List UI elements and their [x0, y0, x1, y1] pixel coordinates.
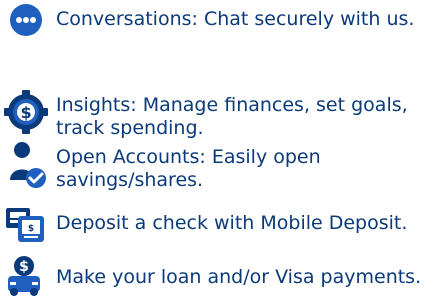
svg-text:$: $: [28, 224, 34, 234]
feature-mobile-deposit-text: Deposit a check with Mobile Deposit.: [56, 212, 408, 234]
loan-payment-icon: $: [0, 252, 56, 308]
user-check-icon: [0, 136, 56, 192]
feature-conversations-text: Conversations: Chat securely with us.: [56, 8, 415, 30]
dollar-gear-icon: $: [0, 84, 56, 140]
chat-bubble-icon: [0, 0, 56, 56]
feature-loan-payments-text: Make your loan and/or Visa payments.: [56, 266, 422, 288]
feature-open-accounts-text: Open Accounts: Easily open savings/share…: [56, 146, 321, 191]
mobile-deposit-icon: $: [0, 198, 56, 254]
svg-text:$: $: [20, 103, 31, 122]
feature-insights-text: Insights: Manage finances, set goals, tr…: [56, 94, 408, 139]
svg-text:$: $: [19, 259, 29, 275]
